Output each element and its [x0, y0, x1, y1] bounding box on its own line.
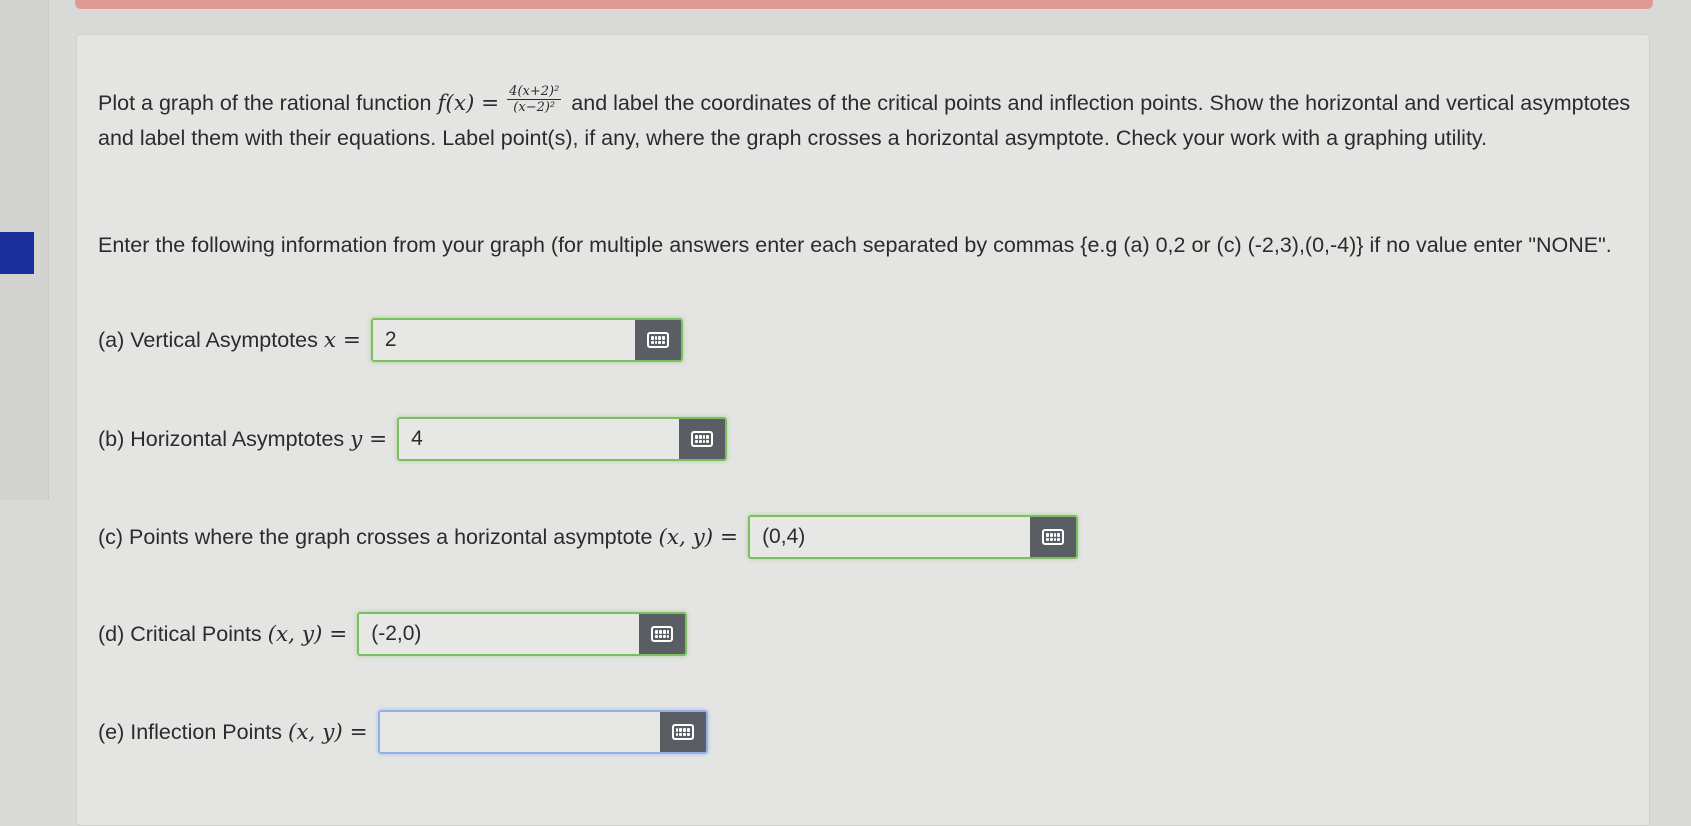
question-e-row: (e) Inflection Points (x, y) = — [98, 707, 708, 757]
question-e-math: (x, y) = — [288, 719, 368, 745]
question-e-text: (e) Inflection Points — [98, 719, 283, 744]
question-b-label: (b) Horizontal Asymptotes y = — [98, 427, 387, 452]
question-b-field — [397, 417, 728, 461]
sidebar-active-marker[interactable] — [0, 232, 34, 274]
question-a-field — [370, 318, 683, 362]
entry-instructions: Enter the following information from you… — [98, 233, 1612, 257]
question-d-label: (d) Critical Points (x, y) = — [98, 622, 347, 647]
question-a-label: (a) Vertical Asymptotes x = — [98, 328, 361, 353]
question-b-math: y = — [350, 426, 388, 452]
function-denominator: (x−2)² — [513, 99, 556, 115]
inflection-points-input[interactable] — [379, 712, 660, 752]
question-c-field — [748, 515, 1079, 559]
keypad-button-e[interactable] — [659, 712, 706, 752]
keypad-icon — [651, 626, 674, 642]
keypad-button-b[interactable] — [679, 419, 726, 459]
question-c-math: (x, y) = — [658, 524, 739, 550]
question-d-row: (d) Critical Points (x, y) = — [98, 609, 688, 659]
question-b-row: (b) Horizontal Asymptotes y = — [98, 414, 728, 464]
function-fraction: 4(x+2)² (x−2)² — [507, 83, 562, 115]
problem-intro: Plot a graph of the rational function — [98, 91, 432, 115]
top-accent-bar — [75, 0, 1653, 9]
function-numerator: 4(x+2)² — [507, 83, 562, 100]
keypad-icon — [691, 431, 714, 447]
vertical-asymptotes-input[interactable] — [372, 320, 635, 360]
horizontal-crossing-points-input[interactable] — [750, 517, 1031, 557]
question-c-text: (c) Points where the graph crosses a hor… — [98, 524, 653, 549]
question-c-label: (c) Points where the graph crosses a hor… — [98, 525, 738, 550]
question-e-field — [377, 710, 708, 754]
keypad-button-c[interactable] — [1030, 517, 1077, 557]
keypad-icon — [646, 332, 669, 348]
question-e-label: (e) Inflection Points (x, y) = — [98, 720, 368, 745]
question-d-field — [357, 612, 688, 656]
function-lhs: f(x) = — [437, 91, 500, 116]
question-b-text: (b) Horizontal Asymptotes — [98, 426, 345, 451]
question-a-math: x = — [323, 327, 361, 353]
critical-points-input[interactable] — [359, 614, 640, 654]
problem-statement: Plot a graph of the rational function f(… — [98, 83, 1638, 155]
keypad-icon — [671, 724, 694, 740]
keypad-button-d[interactable] — [639, 614, 686, 654]
keypad-button-a[interactable] — [634, 320, 681, 360]
question-d-text: (d) Critical Points — [98, 621, 262, 646]
question-d-math: (x, y) = — [267, 621, 348, 647]
question-a-row: (a) Vertical Asymptotes x = — [98, 315, 683, 365]
keypad-icon — [1042, 529, 1065, 545]
question-c-row: (c) Points where the graph crosses a hor… — [98, 512, 1079, 562]
horizontal-asymptotes-input[interactable] — [399, 419, 680, 459]
question-a-text: (a) Vertical Asymptotes — [98, 327, 318, 352]
